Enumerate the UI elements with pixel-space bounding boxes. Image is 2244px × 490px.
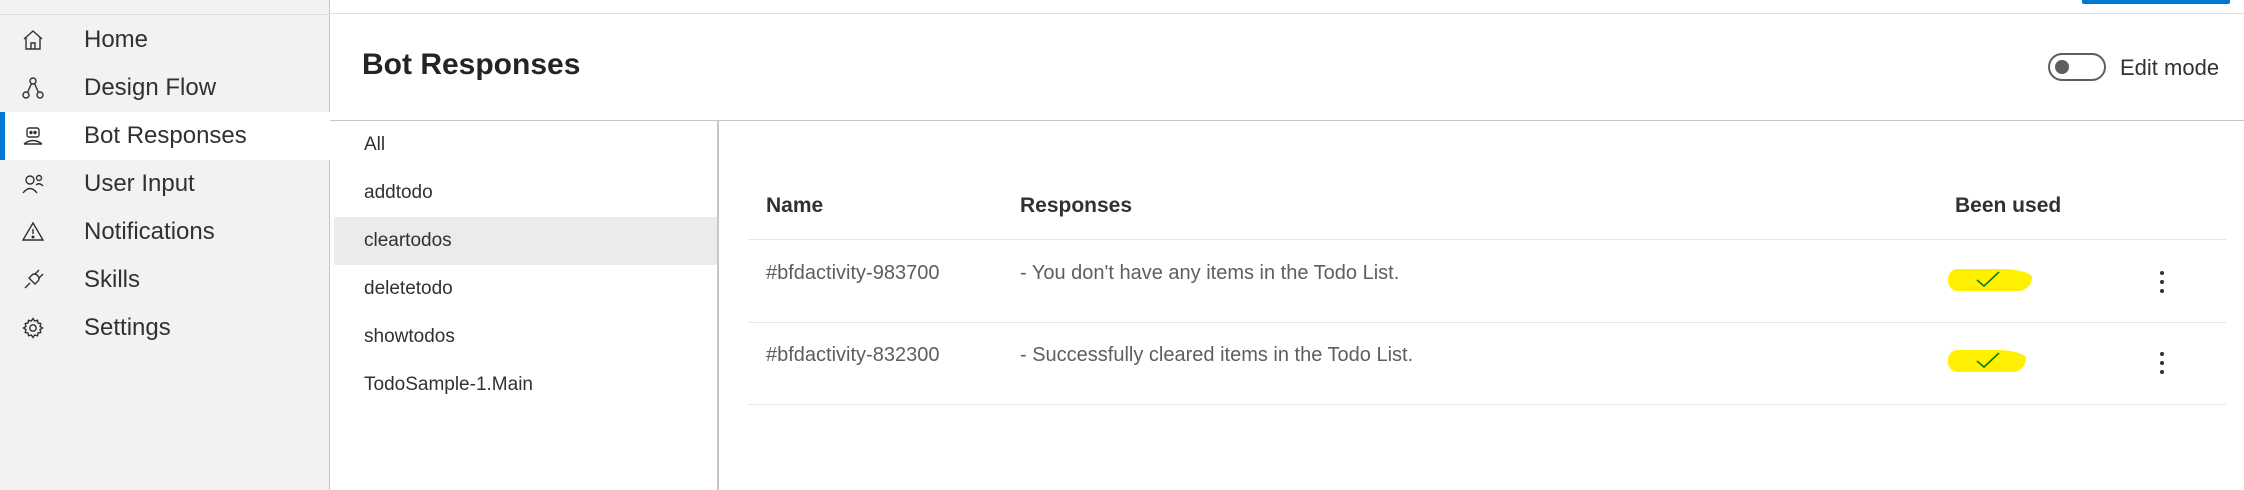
nav-divider xyxy=(0,14,330,15)
row-divider xyxy=(748,239,2226,240)
response-name[interactable]: #bfdactivity-983700 xyxy=(766,262,939,285)
top-action-button[interactable] xyxy=(2082,0,2230,4)
column-header-been-used[interactable]: Been used xyxy=(1955,194,2061,218)
dialog-item-all[interactable]: All xyxy=(334,121,717,169)
nav-label: User Input xyxy=(84,170,195,197)
dialog-item-showtodos[interactable]: showtodos xyxy=(334,313,717,361)
flow-icon xyxy=(21,76,45,100)
been-used-indicator xyxy=(1948,350,2026,372)
edit-mode-toggle[interactable] xyxy=(2048,53,2106,81)
nav-label: Design Flow xyxy=(84,74,217,101)
nav-label: Settings xyxy=(84,314,171,341)
nav-item-home[interactable]: Home xyxy=(0,16,330,64)
nav-label: Notifications xyxy=(84,218,215,245)
nav-label: Home xyxy=(84,26,149,53)
plug-icon xyxy=(21,268,45,292)
nav-item-bot-responses[interactable]: Bot Responses xyxy=(0,112,330,160)
response-text: - Successfully cleared items in the Todo… xyxy=(1020,344,1414,366)
more-dot xyxy=(2160,352,2164,356)
more-dot xyxy=(2160,289,2164,293)
nav-label: Skills xyxy=(84,266,141,293)
been-used-indicator xyxy=(1948,269,2032,291)
column-header-name[interactable]: Name xyxy=(766,194,823,218)
nav-label: Bot Responses xyxy=(84,122,247,149)
response-name[interactable]: #bfdactivity-832300 xyxy=(766,344,939,367)
more-dot xyxy=(2160,271,2164,275)
dialog-item-todosample-main[interactable]: TodoSample-1.Main xyxy=(334,361,717,409)
left-navigation: Home Design Flow Bot Responses User Inpu… xyxy=(0,0,330,490)
nav-item-user-input[interactable]: User Input xyxy=(0,160,330,208)
dialog-item-cleartodos[interactable]: cleartodos xyxy=(334,217,717,265)
home-icon xyxy=(21,28,45,52)
warning-icon xyxy=(21,220,45,244)
main-content: Bot Responses Edit mode All addtodo clea… xyxy=(330,0,2244,490)
more-dot xyxy=(2160,280,2164,284)
more-dot xyxy=(2160,370,2164,374)
more-options-button[interactable] xyxy=(2150,345,2174,381)
nav-item-notifications[interactable]: Notifications xyxy=(0,208,330,256)
more-options-button[interactable] xyxy=(2150,264,2174,300)
more-dot xyxy=(2160,361,2164,365)
nav-item-design-flow[interactable]: Design Flow xyxy=(0,64,330,112)
page-title: Bot Responses xyxy=(362,48,581,81)
row-divider xyxy=(748,322,2226,323)
checkmark-icon xyxy=(1976,271,2000,288)
dialog-list: All addtodo cleartodos deletetodo showto… xyxy=(330,121,719,490)
top-divider xyxy=(330,13,2244,14)
checkmark-icon xyxy=(1976,352,2000,369)
nav-item-settings[interactable]: Settings xyxy=(0,304,330,352)
bot-icon xyxy=(21,124,45,148)
dialog-item-addtodo[interactable]: addtodo xyxy=(334,169,717,217)
row-divider xyxy=(748,404,2226,405)
nav-item-skills[interactable]: Skills xyxy=(0,256,330,304)
edit-mode-label: Edit mode xyxy=(2120,55,2220,80)
column-header-responses[interactable]: Responses xyxy=(1020,194,1132,218)
gear-icon xyxy=(21,316,45,340)
user-input-icon xyxy=(21,172,45,196)
response-text: - You don't have any items in the Todo L… xyxy=(1020,262,1400,284)
toggle-knob xyxy=(2055,60,2069,74)
dialog-item-deletetodo[interactable]: deletetodo xyxy=(334,265,717,313)
